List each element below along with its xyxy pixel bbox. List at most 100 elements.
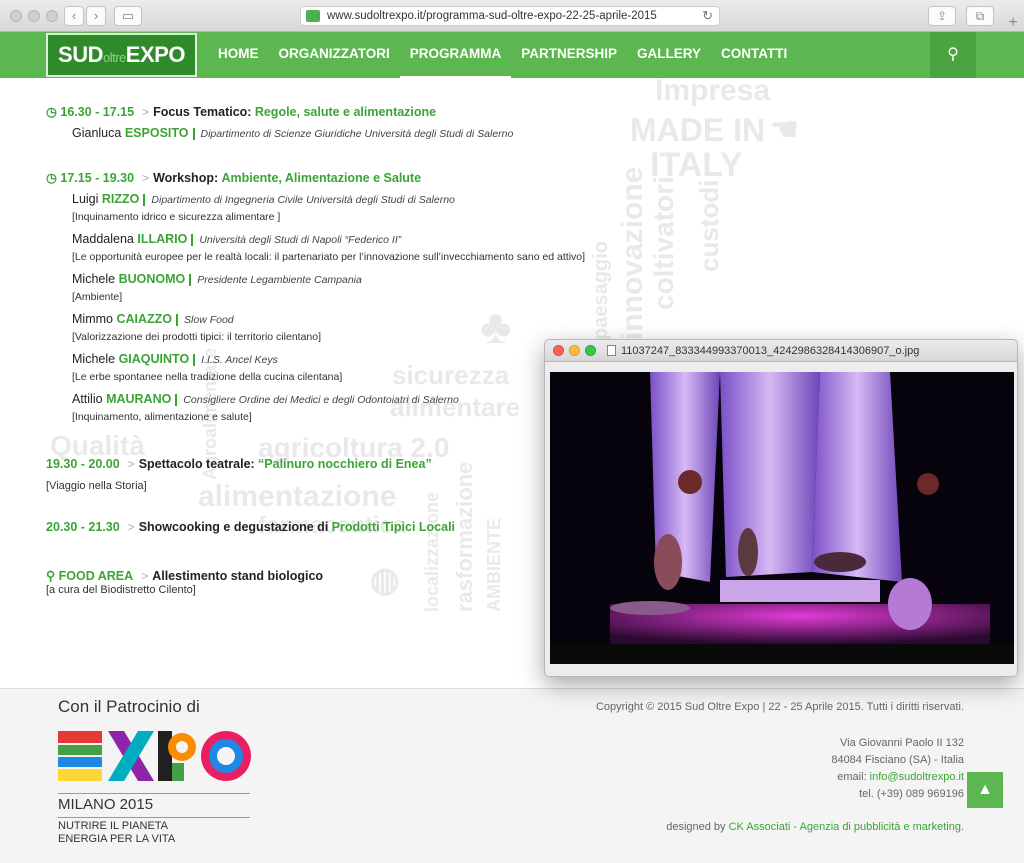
window-close-button[interactable] <box>10 10 22 22</box>
watermark-word: AMBIENTE <box>484 518 504 612</box>
slot-time: 17.15 - 19.30 <box>60 171 135 185</box>
preview-close-button[interactable] <box>553 345 564 356</box>
program-slot: 20.30 - 21.30 > Showcooking e degustazione… <box>46 520 455 534</box>
speaker-first-name: Michele <box>72 272 116 286</box>
watermark-word: paesaggio <box>590 241 612 340</box>
slot-time: 20.30 - 21.30 <box>46 520 120 534</box>
speaker-first-name: Mimmo <box>72 312 113 326</box>
patrocinio-label: Con il Patrocinio di <box>58 697 200 716</box>
slot-time: 19.30 - 20.00 <box>46 457 120 471</box>
speaker-topic: [Valorizzazione dei prodotti tipici: il … <box>72 331 322 343</box>
watermark-word: sicurezza <box>392 360 510 390</box>
tabs-button[interactable]: ⧉ <box>966 6 994 26</box>
email-label: email: <box>837 771 870 783</box>
address-line-2: 84084 Fisciano (SA) - Italia <box>831 754 964 766</box>
speaker-affiliation: Dipartimento di Ingegneria Civile Univer… <box>143 194 455 206</box>
slot-title: Ambiente, Alimentazione e Salute <box>221 171 422 185</box>
speaker-first-name: Michele <box>72 352 116 366</box>
speaker-last-name: ILLARIO <box>137 232 188 246</box>
milano-label: MILANO 2015 <box>58 793 250 813</box>
menu-home[interactable]: HOME <box>208 32 269 78</box>
search-icon[interactable]: ⚲ <box>930 32 976 78</box>
share-button[interactable]: ⇪ <box>928 6 956 26</box>
preview-titlebar[interactable]: 11037247_833344993370013_424298632841430… <box>545 340 1017 362</box>
speaker-affiliation: Università degli Studi di Napoli “Federi… <box>191 234 402 246</box>
browser-toolbar: ‹ › ▭ www.sudoltrexpo.it/programma-sud-o… <box>0 0 1024 32</box>
site-navbar: SUDoltreEXPO HOME ORGANIZZATORI PROGRAMM… <box>0 32 1024 78</box>
slot-label: Spettacolo teatrale: <box>138 457 255 471</box>
theater-photo-graphic <box>550 372 1014 664</box>
preview-window[interactable]: 11037247_833344993370013_424298632841430… <box>544 339 1018 677</box>
speaker-affiliation: Presidente Legambiente Campania <box>189 274 362 286</box>
designed-by-label: designed by <box>666 821 729 833</box>
preview-filename: 11037247_833344993370013_424298632841430… <box>621 345 920 357</box>
program-slot: 19.30 - 20.00 > Spettacolo teatrale: “Pali… <box>46 457 432 471</box>
logo-sud: SUD <box>58 42 103 67</box>
back-button[interactable]: ‹ <box>64 6 84 26</box>
url-text: www.sudoltrexpo.it/programma-sud-oltre-e… <box>327 10 657 22</box>
main-menu: HOME ORGANIZZATORI PROGRAMMA PARTNERSHIP… <box>208 32 797 78</box>
window-zoom-button[interactable] <box>46 10 58 22</box>
footer-address: Via Giovanni Paolo II 132 84084 Fisciano… <box>831 735 964 803</box>
chevron-right-icon: > <box>127 520 135 534</box>
menu-organizzatori[interactable]: ORGANIZZATORI <box>269 32 400 78</box>
slot-label: Showcooking e degustazione di <box>138 520 329 534</box>
speaker-first-name: Maddalena <box>72 232 134 246</box>
program-slot: ⚲ FOOD AREA > Allestimento stand biologico <box>46 568 323 583</box>
preview-minimize-button[interactable] <box>569 345 580 356</box>
program-slot: ◷ 17.15 - 19.30 > Workshop: Ambiente, Alim… <box>46 170 421 185</box>
window-minimize-button[interactable] <box>28 10 40 22</box>
logo-oltre: oltre <box>103 50 126 65</box>
speaker-last-name: GIAQUINTO <box>118 352 190 366</box>
slot-title: Prodotti Tipici Locali <box>331 520 456 534</box>
expo-logo-graphic <box>58 731 251 781</box>
expo-logo <box>58 731 254 790</box>
globe-watermark-icon: ◍ <box>370 561 400 599</box>
site-logo[interactable]: SUDoltreEXPO <box>46 33 197 77</box>
speaker-row: Gianluca ESPOSITO Dipartimento di Scienze… <box>72 126 514 140</box>
menu-programma[interactable]: PROGRAMMA <box>399 32 512 78</box>
speaker-last-name: MAURANO <box>106 392 172 406</box>
chevron-right-icon: > <box>127 457 135 471</box>
chevron-right-icon: > <box>142 105 150 119</box>
program-slot: ◷ 16.30 - 17.15 > Focus Tematico: Regole, … <box>46 104 436 119</box>
speaker-topic: [Le opportunità europee per le realtà lo… <box>72 251 586 263</box>
menu-partnership[interactable]: PARTNERSHIP <box>511 32 627 78</box>
slot-label: Allestimento stand biologico <box>152 569 324 583</box>
designed-by: designed by CK Associati - Agenzia di pu… <box>666 821 964 833</box>
speaker-last-name: RIZZO <box>101 192 140 206</box>
watermark-word: rasformazione <box>452 461 477 612</box>
new-tab-button[interactable]: + <box>1002 14 1024 32</box>
watermark-word: localizzazione <box>422 491 442 612</box>
clock-icon: ◷ <box>46 171 61 185</box>
address-line-1: Via Giovanni Paolo II 132 <box>840 737 964 749</box>
slot-title: “Palinuro nocchiero di Enea” <box>258 457 432 471</box>
speaker-row: Michele BUONOMO Presidente Legambiente Ca… <box>72 272 362 286</box>
watermark-word: MADE IN <box>630 112 766 148</box>
watermark-word: innovazione <box>616 166 649 340</box>
speaker-affiliation: Slow Food <box>176 314 234 326</box>
preview-zoom-button[interactable] <box>585 345 596 356</box>
clock-icon: ◷ <box>46 105 61 119</box>
email-link[interactable]: info@sudoltrexpo.it <box>870 771 964 783</box>
watermark-word: Impresa <box>655 74 771 107</box>
sidebar-button[interactable]: ▭ <box>114 6 142 26</box>
back-to-top-button[interactable]: ▲ <box>967 772 1003 808</box>
slot-time: FOOD AREA <box>58 569 134 583</box>
speaker-first-name: Luigi <box>72 192 99 206</box>
designed-by-end: . <box>960 821 964 833</box>
hand-watermark-icon: ☚ <box>770 111 799 147</box>
menu-contatti[interactable]: CONTATTI <box>711 32 797 78</box>
forward-button[interactable]: › <box>86 6 106 26</box>
watermark-word: alimentazione <box>198 480 397 513</box>
menu-gallery[interactable]: GALLERY <box>627 32 711 78</box>
expo-slogan: NUTRIRE IL PIANETA ENERGIA PER LA VITA <box>58 817 250 846</box>
tree-watermark-icon: ♣ <box>480 301 512 354</box>
speaker-affiliation: Dipartimento di Scienze Giuridiche Unive… <box>192 128 514 140</box>
address-bar[interactable]: www.sudoltrexpo.it/programma-sud-oltre-e… <box>300 6 720 26</box>
speaker-row: Mimmo CAIAZZO Slow Food <box>72 312 234 326</box>
reload-icon[interactable]: ↻ <box>702 7 713 25</box>
designer-link[interactable]: CK Associati - Agenzia di pubblicità e m… <box>729 821 961 833</box>
chevron-right-icon: > <box>141 569 149 583</box>
watermark-word: custodi <box>694 179 724 272</box>
